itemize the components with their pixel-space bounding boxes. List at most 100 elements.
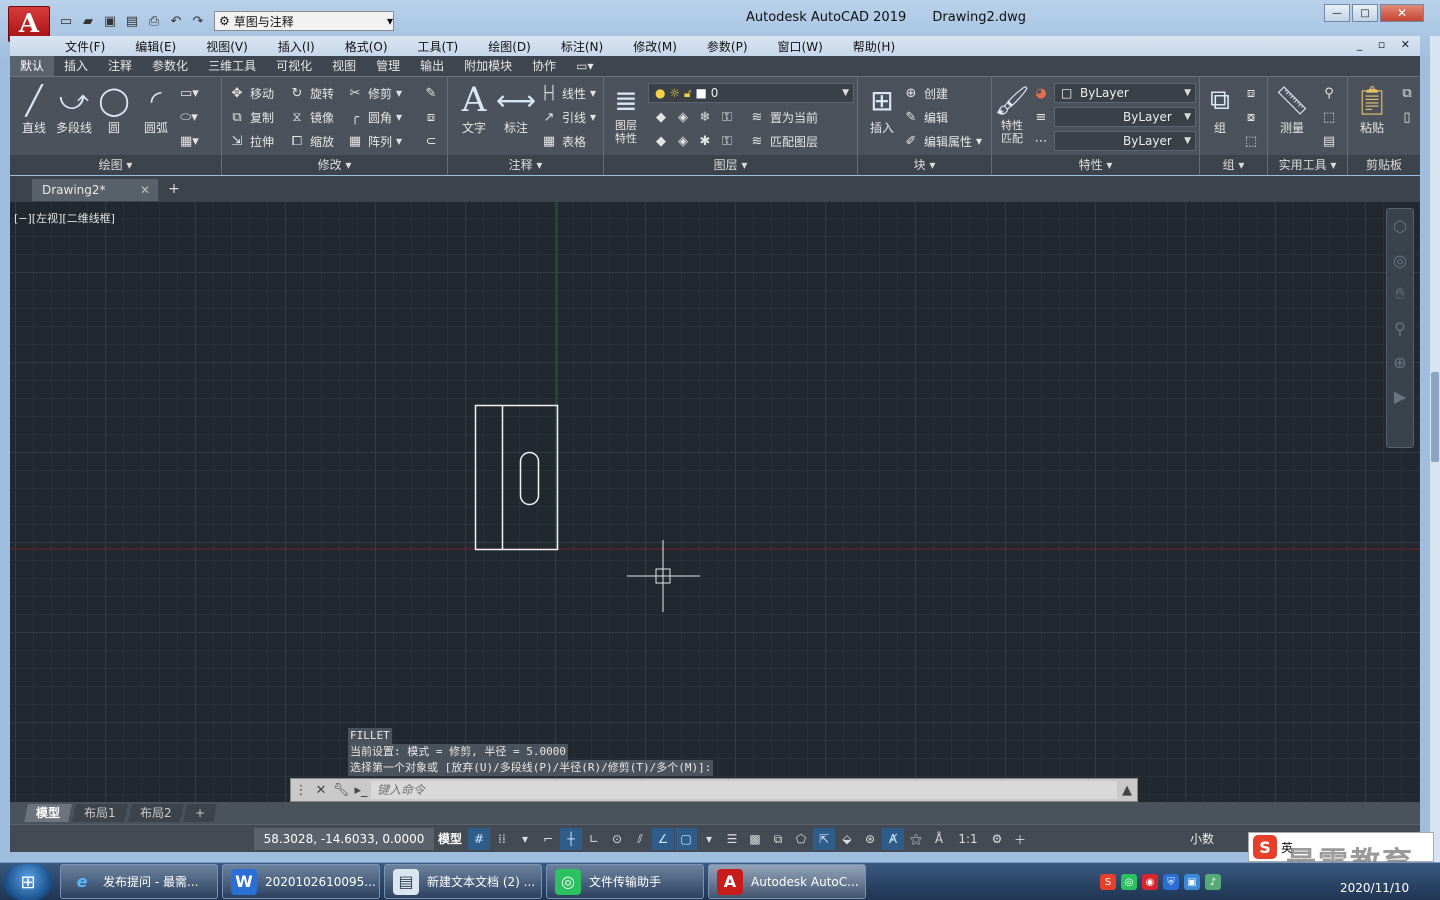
menu-format[interactable]: 格式(O) <box>330 38 403 55</box>
stretch-button[interactable]: ⇲ 拉伸 <box>228 131 274 151</box>
panel-title-groups[interactable]: 组 ▾ <box>1200 155 1267 175</box>
taskbar-item-notepad[interactable]: ▤ 新建文本文档 (2) ... <box>384 864 542 899</box>
menu-dimension[interactable]: 标注(N) <box>546 38 618 55</box>
coordinates-readout[interactable]: 58.3028, -14.6033, 0.0000 <box>254 828 434 850</box>
new-file-icon[interactable]: ▭ <box>56 12 76 30</box>
selection-cycling-icon[interactable]: ⧉ <box>767 828 789 850</box>
add-layout-button[interactable]: + <box>183 804 218 822</box>
orbit-icon[interactable]: ⊕ <box>1387 345 1413 379</box>
chevron-up-icon[interactable]: ▲ <box>1117 783 1137 798</box>
linetype-dropdown[interactable]: ByLayer ▼ <box>1054 107 1196 127</box>
tab-layout1[interactable]: 布局1 <box>72 804 128 822</box>
viewcube-icon[interactable]: ⬡ <box>1387 209 1413 243</box>
tab-default[interactable]: 默认 <box>10 56 55 76</box>
panel-title-modify[interactable]: 修改 ▾ <box>222 155 447 175</box>
tab-layout2[interactable]: 布局2 <box>127 804 184 822</box>
circle-button[interactable]: ◯ 圆 <box>92 81 136 136</box>
menu-modify[interactable]: 修改(M) <box>618 38 692 55</box>
dynamic-input-icon[interactable]: ┼ <box>560 828 582 850</box>
pan-hand-icon[interactable]: ✋︎ <box>1387 277 1413 311</box>
select-all-button[interactable]: ⬚ <box>1320 107 1338 127</box>
print-icon[interactable]: ⎙ <box>144 12 164 30</box>
create-block-button[interactable]: ⊕ 创建 <box>902 83 948 103</box>
dimension-button[interactable]: ⟷ 标注 <box>494 81 538 136</box>
scale-button[interactable]: ⧠ 缩放 <box>288 131 334 151</box>
layer-tools-row1[interactable]: ◆ ◈ ❄ ⚿ <box>652 107 736 127</box>
layer-dropdown[interactable]: ● ☼ 🔓︎ ■ 0 ▼ <box>648 83 854 103</box>
tab-model[interactable]: 模型 <box>24 804 72 822</box>
table-button[interactable]: ▦ 表格 <box>540 131 586 151</box>
trim-button[interactable]: ✂ 修剪 ▾ <box>346 83 403 103</box>
layer-tools-row2[interactable]: ◆ ◈ ✱ ⚿ <box>652 131 736 151</box>
copy-button[interactable]: ⧉ 复制 <box>228 107 274 127</box>
ellipse-button[interactable]: ⬭▾ <box>180 107 198 127</box>
copy-clip-button[interactable]: ⧉ <box>1398 83 1416 103</box>
command-input[interactable] <box>371 781 1117 799</box>
erase-button[interactable]: ✎ <box>422 83 440 103</box>
grip-handle-icon[interactable]: ⋮ <box>291 783 311 798</box>
make-current-button[interactable]: ≋ 置为当前 <box>748 107 818 127</box>
taskbar-item-autocad[interactable]: A Autodesk AutoC... <box>708 864 866 899</box>
drawn-part[interactable] <box>474 404 559 551</box>
polyline-button[interactable]: ⤻ 多段线 <box>52 81 96 136</box>
close-button[interactable]: ✕ <box>1380 4 1424 22</box>
tab-manage[interactable]: 管理 <box>366 56 410 76</box>
group-edit-button[interactable]: ⧇ <box>1242 107 1260 127</box>
ortho-icon[interactable]: ∟ <box>583 828 605 850</box>
text-button[interactable]: A 文字 <box>452 80 496 136</box>
auto-scale-icon[interactable]: ⚝ <box>905 828 927 850</box>
layer-properties-button[interactable]: ≣ 图层特性 <box>606 81 646 146</box>
rectangle-button[interactable]: ▭▾ <box>180 83 199 103</box>
showmotion-icon[interactable]: ▶ <box>1387 379 1413 413</box>
panel-title-properties[interactable]: 特性 ▾ <box>992 155 1199 175</box>
annotation-visibility-icon[interactable]: Ⱥ <box>882 828 904 850</box>
3d-osnap-icon[interactable]: ⬠ <box>790 828 812 850</box>
dynamic-ucs-icon[interactable]: ⇱ <box>813 828 835 850</box>
taskbar-item-word[interactable]: W 2020102610095... <box>222 864 380 899</box>
tab-insert[interactable]: 插入 <box>54 56 98 76</box>
mirror-button[interactable]: ⧖ 镜像 <box>288 107 334 127</box>
wrench-icon[interactable]: 🔧︎ <box>331 783 351 798</box>
model-space-button[interactable]: 模型 <box>438 828 462 850</box>
taskbar-item-ie[interactable]: e 发布提问 - 最需... <box>60 864 218 899</box>
match-properties-button[interactable]: 🖌︎ 特性匹配 <box>994 81 1030 146</box>
offset-button[interactable]: ⊂ <box>422 131 440 151</box>
menu-file[interactable]: 文件(F) <box>10 38 120 55</box>
weibo-tray-icon[interactable]: ◉ <box>1142 874 1158 890</box>
arc-button[interactable]: ◜ 圆弧 <box>134 81 178 136</box>
steering-wheel-icon[interactable]: ◎ <box>1387 243 1413 277</box>
snap-icon[interactable]: ⁞⁞ <box>491 828 513 850</box>
redo-icon[interactable]: ↷ <box>188 12 208 30</box>
menu-insert[interactable]: 插入(I) <box>263 38 330 55</box>
page-scrollbar[interactable] <box>1430 36 1440 862</box>
group-button[interactable]: ⧉ 组 <box>1200 81 1240 136</box>
calculator-button[interactable]: ▤ <box>1320 131 1338 151</box>
panel-title-draw[interactable]: 绘图 ▾ <box>10 155 221 175</box>
tab-collaborate[interactable]: 协作 <box>522 56 566 76</box>
match-layer-button[interactable]: ≋ 匹配图层 <box>748 131 818 151</box>
selection-filter-icon[interactable]: ⬙ <box>836 828 858 850</box>
workspace-gear-icon[interactable]: ⚙ <box>986 828 1008 850</box>
object-snap-tracking-icon[interactable]: ∠ <box>652 828 674 850</box>
cut-button[interactable]: ▯ <box>1398 107 1416 127</box>
tab-output[interactable]: 输出 <box>410 56 454 76</box>
menu-help[interactable]: 帮助(H) <box>838 38 910 55</box>
ungroup-button[interactable]: ⧈ <box>1242 83 1260 103</box>
taskbar-item-wechat[interactable]: ◎ 文件传输助手 <box>546 864 704 899</box>
transparency-icon[interactable]: ▩ <box>744 828 766 850</box>
lineweight-dropdown[interactable]: ByLayer ▼ <box>1054 131 1196 151</box>
taskbar-clock[interactable]: 2020/11/10 <box>1340 881 1409 895</box>
panel-title-annotation[interactable]: 注释 ▾ <box>448 155 603 175</box>
app-tray-icon[interactable]: ♪ <box>1205 874 1221 890</box>
hatch-button[interactable]: ▦▾ <box>180 131 199 151</box>
object-snap-icon[interactable]: ▢ <box>675 828 697 850</box>
maximize-button[interactable]: □ <box>1352 4 1378 22</box>
save-as-icon[interactable]: ▤ <box>122 12 142 30</box>
color-dropdown[interactable]: □ ByLayer ▼ <box>1054 83 1196 103</box>
workspace-dropdown[interactable]: ⚙ 草图与注释 ▾ <box>214 11 394 31</box>
undo-icon[interactable]: ↶ <box>166 12 186 30</box>
outer-rectangle[interactable] <box>474 404 559 551</box>
menu-parametric[interactable]: 参数(P) <box>692 38 763 55</box>
fillet-button[interactable]: ╭ 圆角 ▾ <box>346 107 402 127</box>
tab-visualize[interactable]: 可视化 <box>266 56 322 76</box>
